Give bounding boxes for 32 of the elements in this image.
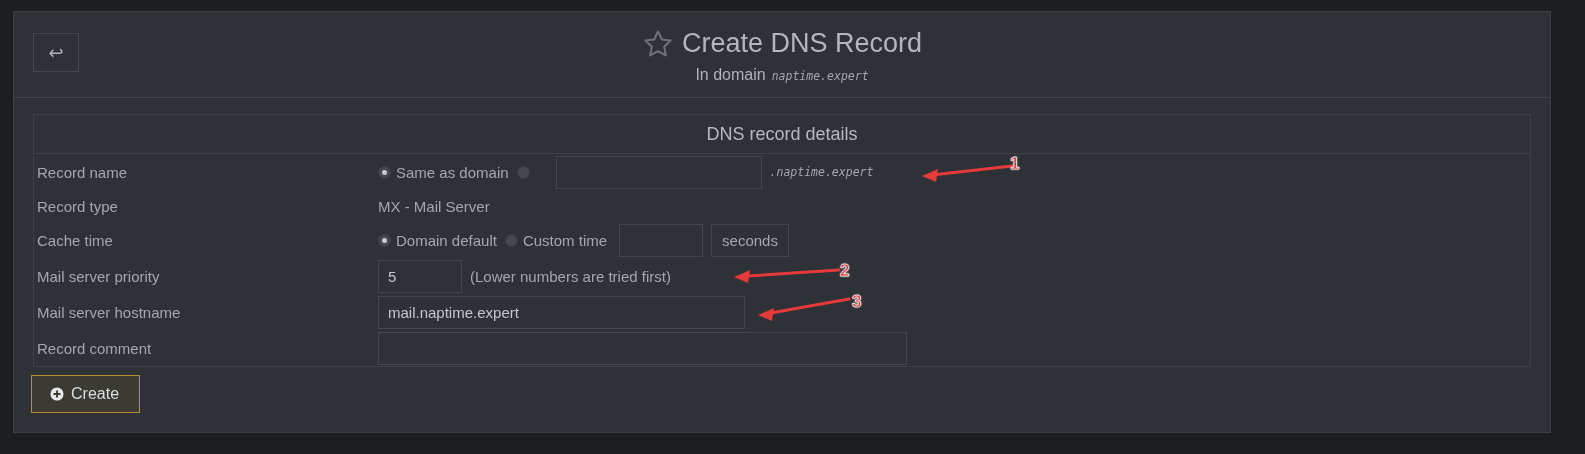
annotation-number: 1: [1010, 154, 1020, 174]
cache-time-field[interactable]: [619, 223, 704, 257]
section-title: DNS record details: [34, 115, 1530, 154]
record-type-value: MX - Mail Server: [378, 197, 490, 215]
domain-suffix: .naptime.expert: [769, 165, 874, 179]
page-title: Create DNS Record: [681, 28, 923, 59]
radio-button[interactable]: [516, 165, 530, 179]
domain-name: naptime.expert: [771, 68, 869, 83]
hostname-field[interactable]: mail.naptime.expert: [378, 295, 745, 329]
field-label: Record comment: [36, 339, 153, 357]
field-label: Mail server hostname: [36, 303, 182, 321]
radio-button[interactable]: [378, 165, 391, 179]
back-button[interactable]: ↩: [33, 33, 79, 72]
field-label: Record name: [36, 163, 129, 181]
record-name-field[interactable]: [555, 155, 762, 189]
create-button[interactable]: Create: [31, 375, 141, 413]
priority-field[interactable]: 5: [378, 259, 462, 293]
subtitle: In domain: [695, 65, 766, 84]
radio-button[interactable]: [504, 233, 518, 247]
field-label: Record type: [36, 197, 119, 215]
priority-hint: (Lower numbers are tried first): [470, 267, 671, 285]
unit-addon: seconds: [711, 223, 789, 257]
plus-icon: [50, 387, 64, 401]
annotation-number: 2: [840, 261, 850, 281]
radio-label: Custom time: [522, 231, 608, 249]
radio-button[interactable]: [378, 233, 391, 247]
field-label: Cache time: [36, 231, 114, 249]
radio-label: Domain default: [396, 231, 497, 249]
radio-label: Same as domain: [396, 163, 509, 181]
annotation-number: 3: [852, 292, 862, 312]
field-label: Mail server priority: [36, 267, 161, 285]
comment-field[interactable]: [378, 331, 907, 365]
